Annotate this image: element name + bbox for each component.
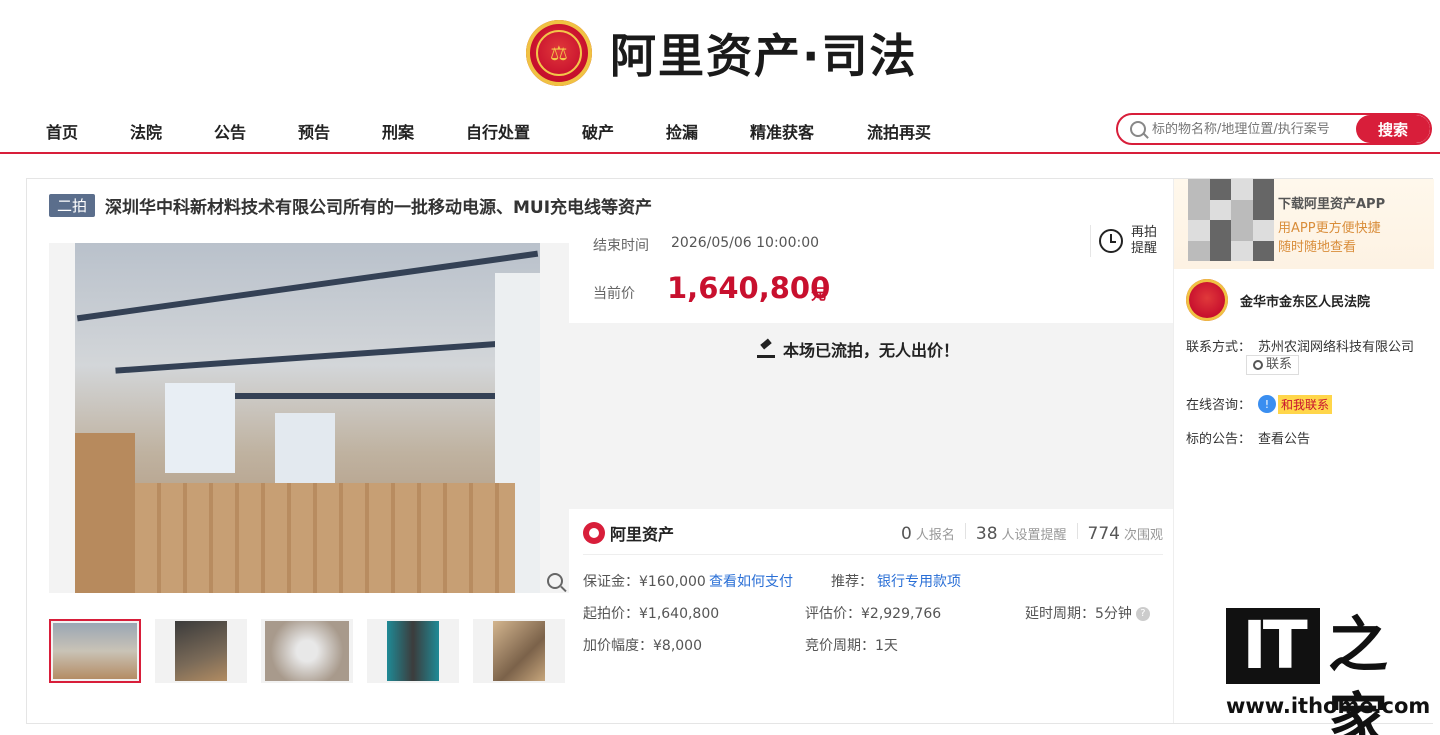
auction-title-row: 二拍 深圳华中科新材料技术有限公司所有的一批移动电源、MUI充电线等资产: [49, 193, 652, 218]
delay-period: 延时周期：5分钟?: [1025, 603, 1150, 623]
app-sub-line-1: 用APP更方便快捷: [1278, 221, 1381, 236]
contact-value: 苏州农润网络科技有限公司: [1258, 340, 1415, 355]
reauction-remind-button[interactable]: 再拍提醒: [1090, 225, 1161, 257]
nav-item-rebuy[interactable]: 流拍再买: [867, 119, 931, 143]
bid-period: 竞价周期：1天: [805, 638, 898, 654]
search-box: 搜索: [1116, 113, 1432, 145]
watermark-url: www.ithome.com: [1226, 694, 1431, 718]
chat-icon: !: [1258, 395, 1276, 413]
search-icon: [1130, 121, 1146, 137]
deposit: 保证金：¥160,000: [583, 574, 706, 590]
nav-item-home[interactable]: 首页: [46, 119, 78, 143]
consult-label: 在线咨询：: [1186, 398, 1252, 413]
start-price: 起拍价：¥1,640,800: [583, 606, 720, 622]
nav-item-bargain[interactable]: 捡漏: [666, 119, 698, 143]
ali-asset-icon: [583, 522, 605, 544]
search-button[interactable]: 搜索: [1356, 115, 1430, 143]
current-price-value: 1,640,800: [667, 271, 831, 305]
court-info[interactable]: 金华市金东区人民法院: [1186, 279, 1370, 321]
zoom-icon[interactable]: [547, 573, 563, 589]
bank-fund-link[interactable]: 银行专用款项: [877, 571, 961, 591]
recommend-label: 推荐：: [831, 574, 873, 590]
gavel-icon: [757, 340, 775, 358]
delay-period-text: 延时周期：5分钟: [1025, 606, 1132, 622]
auction-status-box: 本场已流拍，无人出价！: [569, 323, 1173, 509]
appraisal-price: 评估价：¥2,929,766: [805, 606, 942, 622]
alarm-clock-icon: [1099, 229, 1123, 253]
reminder-count: 38: [975, 524, 998, 544]
thumbnail-1[interactable]: [49, 619, 141, 683]
platform-name: 阿里资产: [610, 525, 675, 544]
nav-item-court[interactable]: 法院: [130, 119, 162, 143]
search-input[interactable]: [1152, 121, 1352, 137]
warehouse-photo: [75, 243, 540, 593]
view-label: 次围观: [1123, 528, 1163, 543]
signup-count: 0: [901, 524, 912, 544]
stats: 0 人报名 38 人设置提醒 774 次围观: [901, 523, 1163, 544]
end-time-value: 2026/05/06 10:00:00: [671, 235, 820, 251]
help-icon[interactable]: ?: [1135, 607, 1150, 621]
current-price-label: 当前价: [593, 286, 635, 302]
consult-button-label: 和我联系: [1278, 394, 1333, 414]
logo-text: 阿里资产·司法: [610, 29, 918, 83]
thumbnail-5[interactable]: [473, 619, 565, 683]
platform-logo: 阿里资产: [583, 521, 674, 545]
app-sub-line-2: 随时随地查看: [1278, 240, 1357, 255]
thumbnail-strip: [49, 619, 565, 683]
reminder-label: 人设置提醒: [1001, 528, 1067, 543]
watermark-it: IT: [1226, 608, 1320, 684]
stats-row: 阿里资产 0 人报名 38 人设置提醒 774 次围观: [583, 519, 1163, 555]
nav-item-self-disposal[interactable]: 自行处置: [466, 119, 530, 143]
thumbnail-3[interactable]: [261, 619, 353, 683]
auction-info: 结束时间 2026/05/06 10:00:00 当前价 1,640,800 元…: [569, 219, 1173, 724]
site-logo[interactable]: ⚖ 阿里资产·司法: [526, 20, 917, 86]
court-emblem-icon: [1186, 279, 1228, 321]
auction-status-text: 本场已流拍，无人出价！: [783, 341, 960, 360]
main-nav: 首页 法院 公告 预告 刑案 自行处置 破产 捡漏 精准获客 流拍再买 搜索: [0, 110, 1440, 154]
court-name: 金华市金东区人民法院: [1240, 294, 1371, 310]
app-download-title: 下载阿里资产APP: [1278, 197, 1386, 212]
nav-item-preview[interactable]: 预告: [298, 119, 330, 143]
view-count: 774: [1087, 524, 1120, 544]
thumbnail-2[interactable]: [155, 619, 247, 683]
qr-code-icon: [1188, 179, 1274, 261]
nav-item-precise-customers[interactable]: 精准获客: [750, 119, 814, 143]
contact-label: 联系方式：: [1186, 340, 1252, 355]
app-download-sub: 用APP更方便快捷 随时随地查看: [1278, 219, 1381, 257]
nav-item-bankruptcy[interactable]: 破产: [582, 119, 614, 143]
auction-status: 本场已流拍，无人出价！: [757, 337, 959, 361]
phone-icon: [1253, 360, 1263, 370]
price-unit: 元: [811, 285, 827, 303]
ithome-watermark: IT 之家 www.ithome.com: [1226, 608, 1432, 735]
auction-panel: 二拍 深圳华中科新材料技术有限公司所有的一批移动电源、MUI充电线等资产 结束时…: [26, 178, 1434, 724]
contact-button-label: 联系: [1266, 357, 1293, 372]
nav-item-criminal[interactable]: 刑案: [382, 119, 414, 143]
consult-button[interactable]: ! 和我联系: [1258, 394, 1333, 414]
signup-label: 人报名: [915, 528, 955, 543]
view-notice-link[interactable]: 查看公告: [1258, 428, 1310, 447]
app-download-banner[interactable]: 下载阿里资产APP 用APP更方便快捷 随时随地查看: [1174, 179, 1434, 269]
remind-label: 再拍提醒: [1131, 225, 1158, 256]
round-badge: 二拍: [49, 194, 96, 217]
auction-title: 深圳华中科新材料技术有限公司所有的一批移动电源、MUI充电线等资产: [105, 198, 653, 218]
thumbnail-4[interactable]: [367, 619, 459, 683]
how-to-pay-link[interactable]: 查看如何支付: [709, 571, 793, 591]
end-time-label: 结束时间: [593, 238, 649, 254]
main-photo[interactable]: [49, 243, 569, 593]
contact-button[interactable]: 联系: [1246, 355, 1300, 375]
notice-label: 标的公告：: [1186, 432, 1252, 447]
bid-increment: 加价幅度：¥8,000: [583, 638, 702, 654]
nav-item-notice[interactable]: 公告: [214, 119, 246, 143]
court-emblem-icon: ⚖: [526, 20, 592, 86]
